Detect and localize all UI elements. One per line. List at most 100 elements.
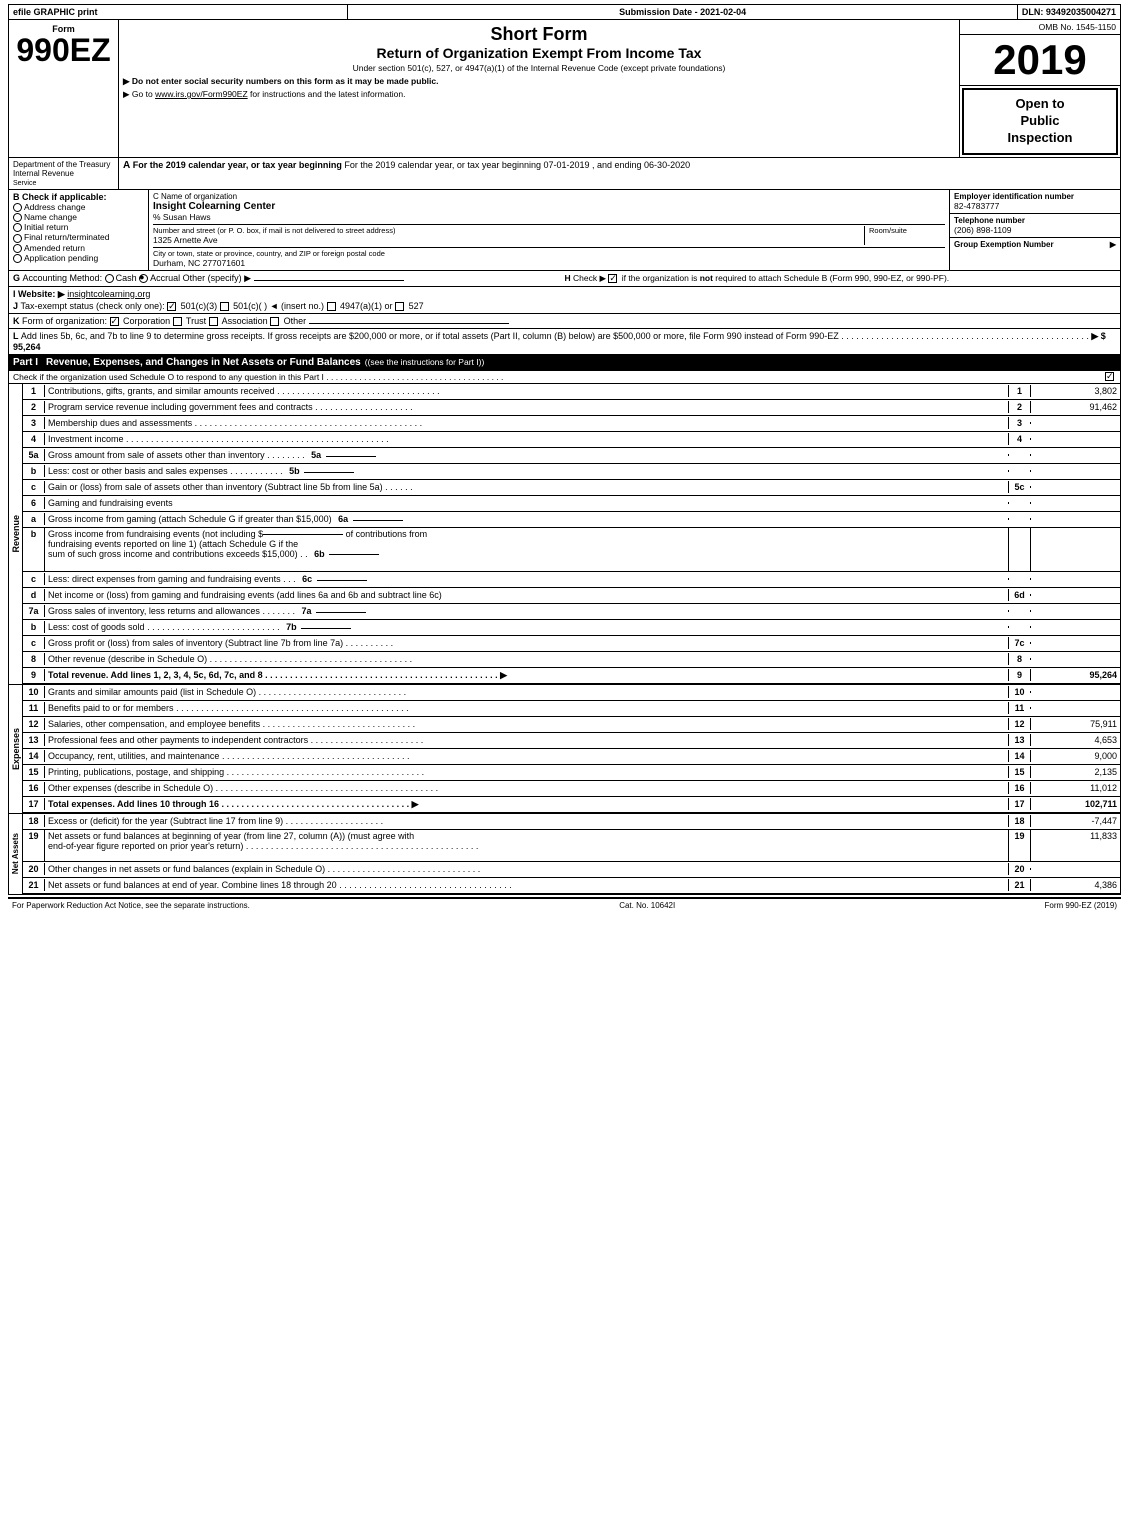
part1-header: Part I Revenue, Expenses, and Changes in… bbox=[8, 355, 1121, 371]
501c3-checkbox[interactable] bbox=[167, 302, 176, 311]
trust-checkbox[interactable] bbox=[173, 317, 182, 326]
address-change-radio[interactable] bbox=[13, 203, 22, 212]
city-label: City or town, state or province, country… bbox=[153, 249, 945, 258]
line-1-desc: Contributions, gifts, grants, and simila… bbox=[45, 385, 1008, 397]
line-10-num: 10 bbox=[23, 686, 45, 698]
footer-center: Cat. No. 10642I bbox=[619, 901, 675, 910]
other-checkbox[interactable] bbox=[270, 317, 279, 326]
line-11-desc: Benefits paid to or for members . . . . … bbox=[45, 702, 1008, 714]
line-7c-amount bbox=[1030, 642, 1120, 644]
expenses-sidebar: Expenses bbox=[9, 685, 23, 813]
line-12-desc: Salaries, other compensation, and employ… bbox=[45, 718, 1008, 730]
line-10-row: 10 Grants and similar amounts paid (list… bbox=[23, 685, 1120, 701]
line-6c-ref bbox=[1008, 578, 1030, 580]
line-11-amount bbox=[1030, 707, 1120, 709]
line-6c-desc: Less: direct expenses from gaming and fu… bbox=[45, 573, 1008, 585]
form-number: 990EZ bbox=[16, 34, 110, 66]
phone: (206) 898-1109 bbox=[954, 225, 1116, 235]
note1: ▶ Do not enter social security numbers o… bbox=[123, 76, 955, 87]
initial-return-radio[interactable] bbox=[13, 223, 22, 232]
line-20-ref: 20 bbox=[1008, 863, 1030, 875]
ein: 82-4783777 bbox=[954, 201, 1116, 211]
line-9-desc: Total revenue. Add lines 1, 2, 3, 4, 5c,… bbox=[45, 669, 1008, 682]
name-change-radio[interactable] bbox=[13, 213, 22, 222]
line-6-ref bbox=[1008, 502, 1030, 504]
line-11-ref: 11 bbox=[1008, 702, 1030, 714]
527-checkbox[interactable] bbox=[395, 302, 404, 311]
501c-checkbox[interactable] bbox=[220, 302, 229, 311]
line-6c-amount bbox=[1030, 578, 1120, 580]
line-6a-desc: Gross income from gaming (attach Schedul… bbox=[45, 513, 1008, 525]
line-18-desc: Excess or (deficit) for the year (Subtra… bbox=[45, 815, 1008, 827]
line-6a-amount bbox=[1030, 518, 1120, 520]
line-7b-desc: Less: cost of goods sold . . . . . . . .… bbox=[45, 621, 1008, 633]
final-return-radio[interactable] bbox=[13, 234, 22, 243]
line-6b-ref bbox=[1008, 528, 1030, 571]
line-13-num: 13 bbox=[23, 734, 45, 746]
short-form-title: Short Form bbox=[123, 24, 955, 45]
cash-radio[interactable] bbox=[105, 274, 114, 283]
line-8-row: 8 Other revenue (describe in Schedule O)… bbox=[23, 652, 1120, 668]
return-title: Return of Organization Exempt From Incom… bbox=[123, 45, 955, 61]
omb: OMB No. 1545-1150 bbox=[960, 20, 1120, 35]
line-19-amount: 11,833 bbox=[1030, 830, 1120, 861]
line-6-row: 6 Gaming and fundraising events bbox=[23, 496, 1120, 512]
line-1-row: 1 Contributions, gifts, grants, and simi… bbox=[23, 384, 1120, 400]
line-7c-row: c Gross profit or (loss) from sales of i… bbox=[23, 636, 1120, 652]
open-to-public: Open toPublicInspection bbox=[962, 88, 1118, 155]
section-j: J Tax-exempt status (check only one): 50… bbox=[13, 301, 1116, 311]
line-5c-amount bbox=[1030, 486, 1120, 488]
accrual-radio[interactable] bbox=[139, 274, 148, 283]
part1-check-row: Check if the organization used Schedule … bbox=[8, 371, 1121, 384]
line-1-amount: 3,802 bbox=[1030, 385, 1120, 397]
line-3-ref: 3 bbox=[1008, 417, 1030, 429]
schedule-b-checkbox[interactable] bbox=[608, 274, 617, 283]
website-url: insightcolearning.org bbox=[67, 289, 150, 299]
page: efile GRAPHIC print Submission Date - 20… bbox=[0, 0, 1129, 916]
line-7a-desc: Gross sales of inventory, less returns a… bbox=[45, 605, 1008, 617]
page-footer: For Paperwork Reduction Act Notice, see … bbox=[8, 897, 1121, 912]
line-14-num: 14 bbox=[23, 750, 45, 762]
line-7a-amount bbox=[1030, 610, 1120, 612]
line-17-desc: Total expenses. Add lines 10 through 16 … bbox=[45, 798, 1008, 811]
line-5b-num: b bbox=[23, 465, 45, 477]
line-4-num: 4 bbox=[23, 433, 45, 445]
amended-return-radio[interactable] bbox=[13, 244, 22, 253]
net-assets-sidebar: Net Assets bbox=[9, 814, 23, 894]
section-l: L Add lines 5b, 6c, and 7b to line 9 to … bbox=[8, 329, 1121, 355]
corp-checkbox[interactable] bbox=[110, 317, 119, 326]
line-13-ref: 13 bbox=[1008, 734, 1030, 746]
part1-schedule-o-checkbox[interactable] bbox=[1105, 372, 1114, 381]
line-13-row: 13 Professional fees and other payments … bbox=[23, 733, 1120, 749]
line-7a-row: 7a Gross sales of inventory, less return… bbox=[23, 604, 1120, 620]
section-b: B Check if applicable: Address change Na… bbox=[9, 190, 149, 270]
line-7b-amount bbox=[1030, 626, 1120, 628]
org-name: Insight Colearning Center bbox=[153, 201, 945, 212]
line-5a-ref bbox=[1008, 454, 1030, 456]
street-label: Number and street (or P. O. box, if mail… bbox=[153, 226, 860, 235]
care-of: % Susan Haws bbox=[153, 212, 945, 222]
line-3-row: 3 Membership dues and assessments . . . … bbox=[23, 416, 1120, 432]
city-value: Durham, NC 277071601 bbox=[153, 258, 945, 268]
subtitle: Under section 501(c), 527, or 4947(a)(1)… bbox=[123, 63, 955, 73]
room-suite-label: Room/suite bbox=[869, 226, 945, 235]
line-7c-num: c bbox=[23, 637, 45, 649]
line-17-amount: 102,711 bbox=[1030, 798, 1120, 810]
4947a1-checkbox[interactable] bbox=[327, 302, 336, 311]
line-8-amount bbox=[1030, 658, 1120, 660]
line-20-num: 20 bbox=[23, 863, 45, 875]
cash-label: Cash bbox=[116, 273, 140, 283]
assoc-checkbox[interactable] bbox=[209, 317, 218, 326]
section-gh: G Accounting Method: Cash Accrual Other … bbox=[8, 271, 1121, 287]
line-10-desc: Grants and similar amounts paid (list in… bbox=[45, 686, 1008, 698]
line-3-amount bbox=[1030, 422, 1120, 424]
efile-label: efile GRAPHIC print bbox=[9, 5, 348, 19]
line-21-row: 21 Net assets or fund balances at end of… bbox=[23, 878, 1120, 894]
line-4-amount bbox=[1030, 438, 1120, 440]
line-21-amount: 4,386 bbox=[1030, 879, 1120, 891]
net-assets-section: Net Assets 18 Excess or (deficit) for th… bbox=[8, 814, 1121, 895]
app-pending-radio[interactable] bbox=[13, 254, 22, 263]
line-5c-row: c Gain or (loss) from sale of assets oth… bbox=[23, 480, 1120, 496]
line-5c-ref: 5c bbox=[1008, 481, 1030, 493]
revenue-lines: 1 Contributions, gifts, grants, and simi… bbox=[23, 384, 1120, 684]
